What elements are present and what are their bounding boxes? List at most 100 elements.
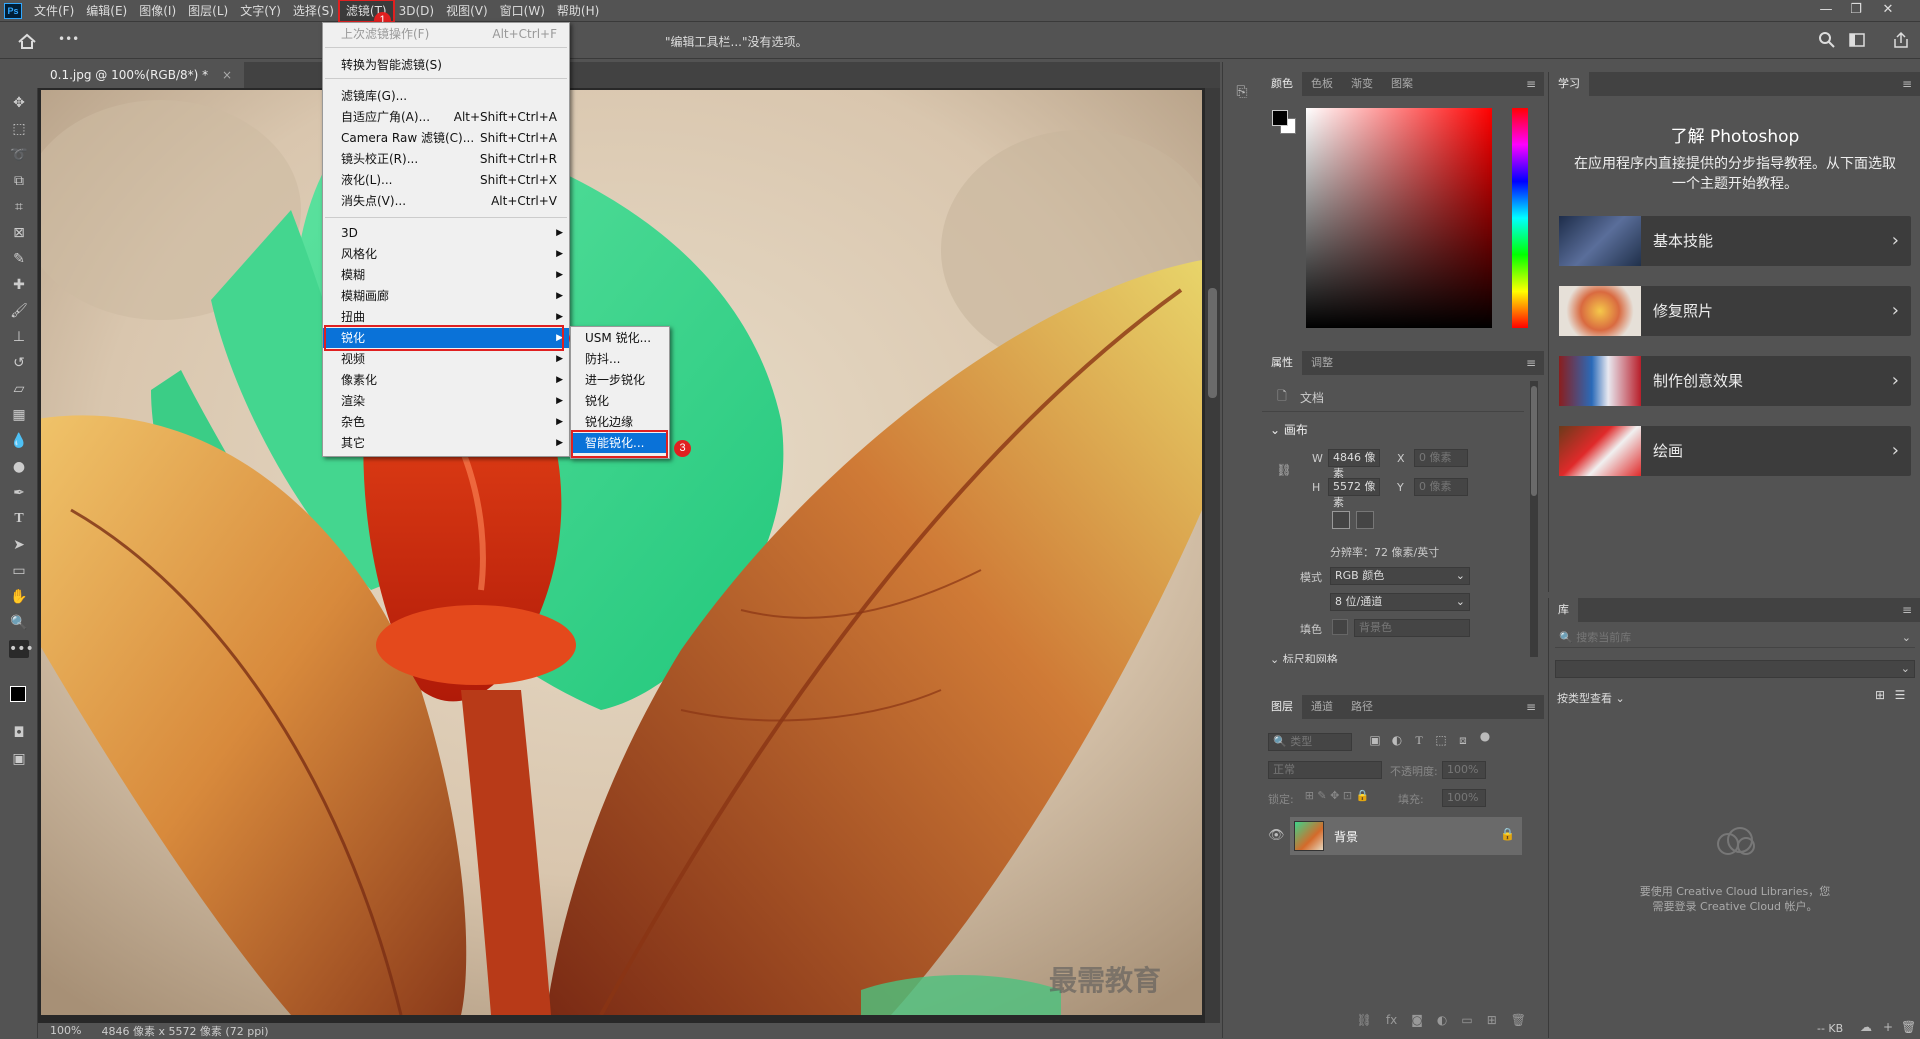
menu-window[interactable]: 窗口(W) xyxy=(494,1,551,21)
delete-library-icon[interactable]: 🗑 xyxy=(1901,1020,1916,1034)
zoom-tool-icon[interactable]: 🔍 xyxy=(9,614,29,632)
tab-adjustments[interactable]: 调整 xyxy=(1302,351,1342,375)
menu-item-sharpen-edges[interactable]: 锐化边缘 xyxy=(571,412,669,432)
path-select-tool-icon[interactable]: ➤ xyxy=(9,536,29,554)
menu-edit[interactable]: 编辑(E) xyxy=(80,1,133,21)
move-tool-icon[interactable]: ✥ xyxy=(9,94,29,112)
clone-stamp-tool-icon[interactable]: ⊥ xyxy=(9,328,29,346)
tab-color[interactable]: 颜色 xyxy=(1262,72,1302,96)
history-panel-icon[interactable]: ⎘ xyxy=(1232,84,1252,104)
edit-toolbar-icon[interactable]: ••• xyxy=(9,640,34,658)
add-mask-icon[interactable]: ◙ xyxy=(1411,1013,1423,1038)
gradient-tool-icon[interactable]: ▦ xyxy=(9,406,29,424)
panel-menu-icon[interactable]: ≡ xyxy=(1526,77,1536,91)
menu-item-pixelate[interactable]: 像素化 ▶ xyxy=(323,370,569,390)
menu-item-blur-gallery[interactable]: 模糊画廊 ▶ xyxy=(323,286,569,306)
canvas-vertical-scrollbar[interactable] xyxy=(1205,88,1220,1023)
lasso-tool-icon[interactable]: ➰ xyxy=(9,146,29,164)
close-button[interactable]: ✕ xyxy=(1874,0,1902,22)
restore-button[interactable]: ❐ xyxy=(1842,0,1870,22)
filter-pixel-icon[interactable]: ▣ xyxy=(1368,733,1382,747)
color-field[interactable] xyxy=(1306,108,1492,328)
menu-item-other[interactable]: 其它 ▶ xyxy=(323,433,569,453)
history-brush-tool-icon[interactable]: ↺ xyxy=(9,354,29,372)
object-select-tool-icon[interactable]: ⧉ xyxy=(9,172,29,190)
healing-brush-tool-icon[interactable]: ✚ xyxy=(9,276,29,294)
opacity-field[interactable]: 100% xyxy=(1442,761,1486,779)
filter-type-icon[interactable]: T xyxy=(1412,733,1426,748)
type-tool-icon[interactable]: T xyxy=(9,510,29,528)
new-adjustment-icon[interactable]: ◐ xyxy=(1437,1013,1447,1038)
learn-card-creative-effects[interactable]: 制作创意效果 › xyxy=(1559,356,1911,406)
fill-select[interactable]: 背景色 xyxy=(1354,619,1470,637)
fg-color-chip[interactable] xyxy=(1272,110,1288,126)
landscape-orientation-icon[interactable] xyxy=(1356,511,1374,529)
learn-card-basic-skills[interactable]: 基本技能 › xyxy=(1559,216,1911,266)
document-tab-close-icon[interactable]: × xyxy=(222,68,232,82)
tab-channels[interactable]: 通道 xyxy=(1302,695,1342,719)
learn-card-painting[interactable]: 绘画 › xyxy=(1559,426,1911,476)
layer-visibility-eye-icon[interactable]: 👁 xyxy=(1268,828,1285,843)
menu-item-filter-gallery[interactable]: 滤镜库(G)... xyxy=(323,86,569,106)
tab-paths[interactable]: 路径 xyxy=(1342,695,1382,719)
menu-view[interactable]: 视图(V) xyxy=(440,1,494,21)
tab-libraries[interactable]: 库 xyxy=(1549,598,1578,622)
menu-image[interactable]: 图像(I) xyxy=(133,1,182,21)
cloud-sync-icon[interactable]: ☁ xyxy=(1859,1020,1873,1034)
menu-item-lens-correction[interactable]: 镜头校正(R)... Shift+Ctrl+R xyxy=(323,149,569,169)
menu-item-camera-raw[interactable]: Camera Raw 滤镜(C)... Shift+Ctrl+A xyxy=(323,128,569,148)
tab-patterns[interactable]: 图案 xyxy=(1382,72,1422,96)
filter-adjustment-icon[interactable]: ◐ xyxy=(1390,733,1404,747)
zoom-level[interactable]: 100% xyxy=(50,1024,81,1037)
menu-item-noise[interactable]: 杂色 ▶ xyxy=(323,412,569,432)
menu-item-adaptive-wide-angle[interactable]: 自适应广角(A)... Alt+Shift+Ctrl+A xyxy=(323,107,569,127)
menu-layer[interactable]: 图层(L) xyxy=(182,1,234,21)
document-tab[interactable]: 0.1.jpg @ 100%(RGB/8*) * × xyxy=(38,62,245,88)
layer-row-background[interactable]: 背景 🔒 xyxy=(1290,817,1522,855)
document-image[interactable]: 最需教育 xyxy=(41,90,1202,1015)
library-select[interactable]: ⌄ xyxy=(1555,660,1915,678)
dodge-tool-icon[interactable]: ● xyxy=(9,458,29,476)
fx-icon[interactable]: fx xyxy=(1386,1013,1397,1038)
eraser-tool-icon[interactable]: ▱ xyxy=(9,380,29,398)
tab-swatches[interactable]: 色板 xyxy=(1302,72,1342,96)
canvas-area[interactable]: 最需教育 xyxy=(38,88,1220,1023)
panel-menu-icon[interactable]: ≡ xyxy=(1526,356,1536,370)
pen-tool-icon[interactable]: ✒ xyxy=(9,484,29,502)
frame-tool-icon[interactable]: ⊠ xyxy=(9,224,29,242)
menu-3d[interactable]: 3D(D) xyxy=(393,1,440,21)
search-icon[interactable] xyxy=(1818,31,1836,49)
view-by-type-dropdown[interactable]: 按类型查看 ⌄ xyxy=(1557,690,1625,706)
portrait-orientation-icon[interactable] xyxy=(1332,511,1350,529)
layer-filter-select[interactable]: 🔍 类型 xyxy=(1268,733,1352,751)
menu-help[interactable]: 帮助(H) xyxy=(551,1,605,21)
menu-item-blur[interactable]: 模糊 ▶ xyxy=(323,265,569,285)
bit-depth-select[interactable]: 8 位/通道 ⌄ xyxy=(1330,593,1470,611)
minimize-button[interactable]: — xyxy=(1812,0,1840,22)
x-field[interactable]: 0 像素 xyxy=(1414,449,1468,467)
delete-layer-icon[interactable]: 🗑 xyxy=(1511,1013,1526,1038)
new-group-icon[interactable]: ▭ xyxy=(1461,1013,1472,1038)
filter-toggle-icon[interactable]: ● xyxy=(1478,729,1492,743)
link-icon[interactable]: ⛓ xyxy=(1276,463,1292,479)
mode-select[interactable]: RGB 颜色 ⌄ xyxy=(1330,567,1470,585)
menu-item-liquify[interactable]: 液化(L)... Shift+Ctrl+X xyxy=(323,170,569,190)
menu-item-distort[interactable]: 扭曲 ▶ xyxy=(323,307,569,327)
brush-tool-icon[interactable]: 🖌 xyxy=(9,302,29,320)
layer-name[interactable]: 背景 xyxy=(1334,828,1358,845)
menu-file[interactable]: 文件(F) xyxy=(28,1,80,21)
menu-item-convert-smart-filter[interactable]: 转换为智能滤镜(S) xyxy=(323,55,569,75)
menu-type[interactable]: 文字(Y) xyxy=(234,1,287,21)
add-library-icon[interactable]: + xyxy=(1881,1020,1895,1034)
library-search-input[interactable]: 🔍 搜索当前库 ⌄ xyxy=(1555,630,1915,648)
y-field[interactable]: 0 像素 xyxy=(1414,478,1468,496)
foreground-color-swatch[interactable] xyxy=(10,686,26,702)
workspace-icon[interactable] xyxy=(1848,31,1866,49)
canvas-section-toggle[interactable]: ⌄ 画布 xyxy=(1270,421,1308,438)
scroll-thumb[interactable] xyxy=(1208,288,1217,398)
menu-item-sharpen-more[interactable]: 进一步锐化 xyxy=(571,370,669,390)
hue-slider[interactable] xyxy=(1512,108,1528,328)
rulers-grids-section[interactable]: ⌄ 标尺和网格 xyxy=(1270,651,1338,663)
panel-menu-icon[interactable]: ≡ xyxy=(1902,77,1912,91)
tab-gradients[interactable]: 渐变 xyxy=(1342,72,1382,96)
